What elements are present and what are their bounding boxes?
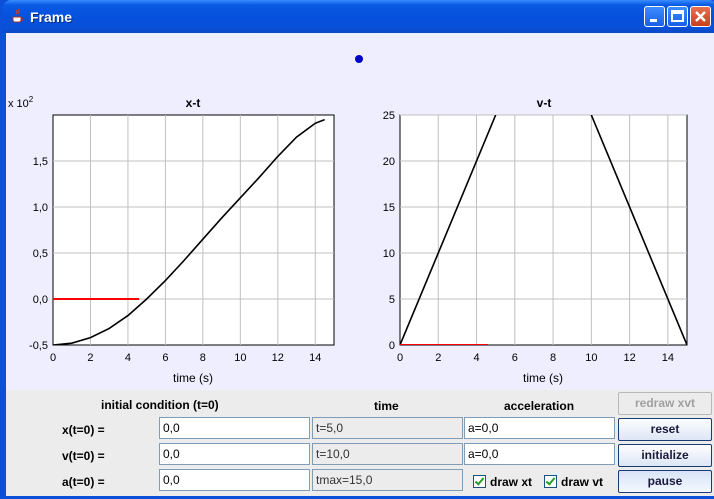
- control-panel: initial condition (t=0) time acceleratio…: [6, 390, 714, 496]
- x0-input[interactable]: 0,0: [159, 417, 310, 439]
- vt-x-tick-label: 4: [473, 352, 479, 364]
- xt-plot: x 102 x-t 0 2 4 6 8 10 12 14 -0,5 0,0 0,5 1,0 1,5 t…: [8, 95, 335, 385]
- initialize-button[interactable]: initialize: [618, 444, 712, 467]
- x0-label: x(t=0) =: [62, 423, 105, 437]
- xt-y-tick-label: -0,5: [29, 340, 48, 352]
- xt-x-tick-label: 10: [234, 352, 246, 364]
- xt-y-tick-label: 1,5: [33, 156, 48, 168]
- close-icon: [695, 11, 706, 22]
- xt-x-tick-label: 4: [125, 352, 131, 364]
- a0-label: a(t=0) =: [62, 475, 105, 489]
- time-header: time: [374, 399, 399, 413]
- app-window: Frame x 102 x-t 0 2 4 6 8 10 12 14 -0,5 0,0 0,5 1,…: [0, 0, 714, 499]
- checkmark-icon: [544, 475, 557, 488]
- xt-multiplier: x 102: [8, 95, 34, 110]
- xt-x-tick-label: 8: [200, 352, 206, 364]
- reset-button[interactable]: reset: [618, 418, 712, 441]
- pause-button[interactable]: pause: [618, 470, 712, 493]
- window-title: Frame: [30, 9, 73, 25]
- vt-x-tick-label: 12: [623, 352, 635, 364]
- maximize-icon: [671, 10, 684, 22]
- accel1-input[interactable]: a=0,0: [464, 417, 615, 439]
- xt-plot-area: [52, 114, 335, 346]
- acceleration-header: acceleration: [504, 399, 575, 413]
- close-button[interactable]: [690, 6, 711, 27]
- vt-x-ticks: 0 2 4 6 8 10 12 14: [397, 352, 674, 364]
- vt-x-tick-label: 6: [512, 352, 518, 364]
- checkmark-icon: [473, 475, 486, 488]
- redraw-xvt-button[interactable]: redraw xvt: [618, 392, 712, 415]
- vt-y-tick-label: 20: [383, 156, 395, 168]
- xt-xlabel: time (s): [173, 371, 213, 385]
- a0-input[interactable]: 0,0: [159, 469, 310, 491]
- vt-y-ticks: 0 5 10 15 20 25: [383, 110, 395, 352]
- vt-x-tick-label: 2: [435, 352, 441, 364]
- vt-plot-area: [399, 114, 688, 346]
- xt-y-tick-label: 1,0: [33, 202, 48, 214]
- v0-label: v(t=0) =: [62, 449, 105, 463]
- vt-x-tick-label: 8: [550, 352, 556, 364]
- vt-x-tick-label: 10: [585, 352, 597, 364]
- minimize-button[interactable]: [644, 6, 665, 27]
- vt-y-tick-label: 0: [389, 340, 395, 352]
- vt-x-tick-label: 14: [662, 352, 674, 364]
- vt-y-tick-label: 25: [383, 110, 395, 122]
- xt-x-ticks: 0 2 4 6 8 10 12 14: [50, 352, 321, 364]
- xt-y-tick-label: 0,0: [33, 294, 48, 306]
- xt-x-tick-label: 2: [87, 352, 93, 364]
- vt-xlabel: time (s): [523, 371, 563, 385]
- vt-title: v-t: [537, 96, 552, 110]
- java-cup-icon: [12, 8, 24, 23]
- time2-field[interactable]: t=10,0: [312, 443, 463, 465]
- vt-x-tick-label: 0: [397, 352, 403, 364]
- xt-title: x-t: [186, 96, 201, 110]
- draw-vt-label: draw vt: [561, 475, 604, 489]
- main-content: x 102 x-t 0 2 4 6 8 10 12 14 -0,5 0,0 0,5 1,0 1,5 t…: [6, 33, 714, 496]
- xt-x-tick-label: 14: [309, 352, 321, 364]
- vt-y-tick-label: 15: [383, 202, 395, 214]
- v0-input[interactable]: 0,0: [159, 443, 310, 465]
- xt-y-tick-label: 0,5: [33, 248, 48, 260]
- draw-vt-checkbox[interactable]: draw vt: [544, 475, 603, 489]
- tmax-field[interactable]: tmax=15,0: [312, 469, 463, 491]
- title-bar[interactable]: Frame: [3, 0, 714, 33]
- xt-y-ticks: -0,5 0,0 0,5 1,0 1,5: [29, 156, 48, 352]
- plots-canvas: x 102 x-t 0 2 4 6 8 10 12 14 -0,5 0,0 0,5 1,0 1,5 t…: [8, 55, 688, 385]
- particle-dot: [355, 55, 363, 63]
- draw-xt-checkbox[interactable]: draw xt: [473, 475, 532, 489]
- time1-field[interactable]: t=5,0: [312, 417, 463, 439]
- xt-x-tick-label: 0: [50, 352, 56, 364]
- accel2-input[interactable]: a=0,0: [464, 443, 615, 465]
- minimize-icon: [650, 19, 657, 22]
- initial-condition-header: initial condition (t=0): [101, 398, 219, 412]
- maximize-button[interactable]: [667, 6, 688, 27]
- vt-y-tick-label: 5: [389, 294, 395, 306]
- vt-plot: v-t 0 2 4 6 8 10 12 14 0 5 10 15 20 25 time (s): [383, 96, 688, 385]
- xt-x-tick-label: 6: [162, 352, 168, 364]
- draw-xt-label: draw xt: [490, 475, 533, 489]
- xt-x-tick-label: 12: [272, 352, 284, 364]
- vt-y-tick-label: 10: [383, 248, 395, 260]
